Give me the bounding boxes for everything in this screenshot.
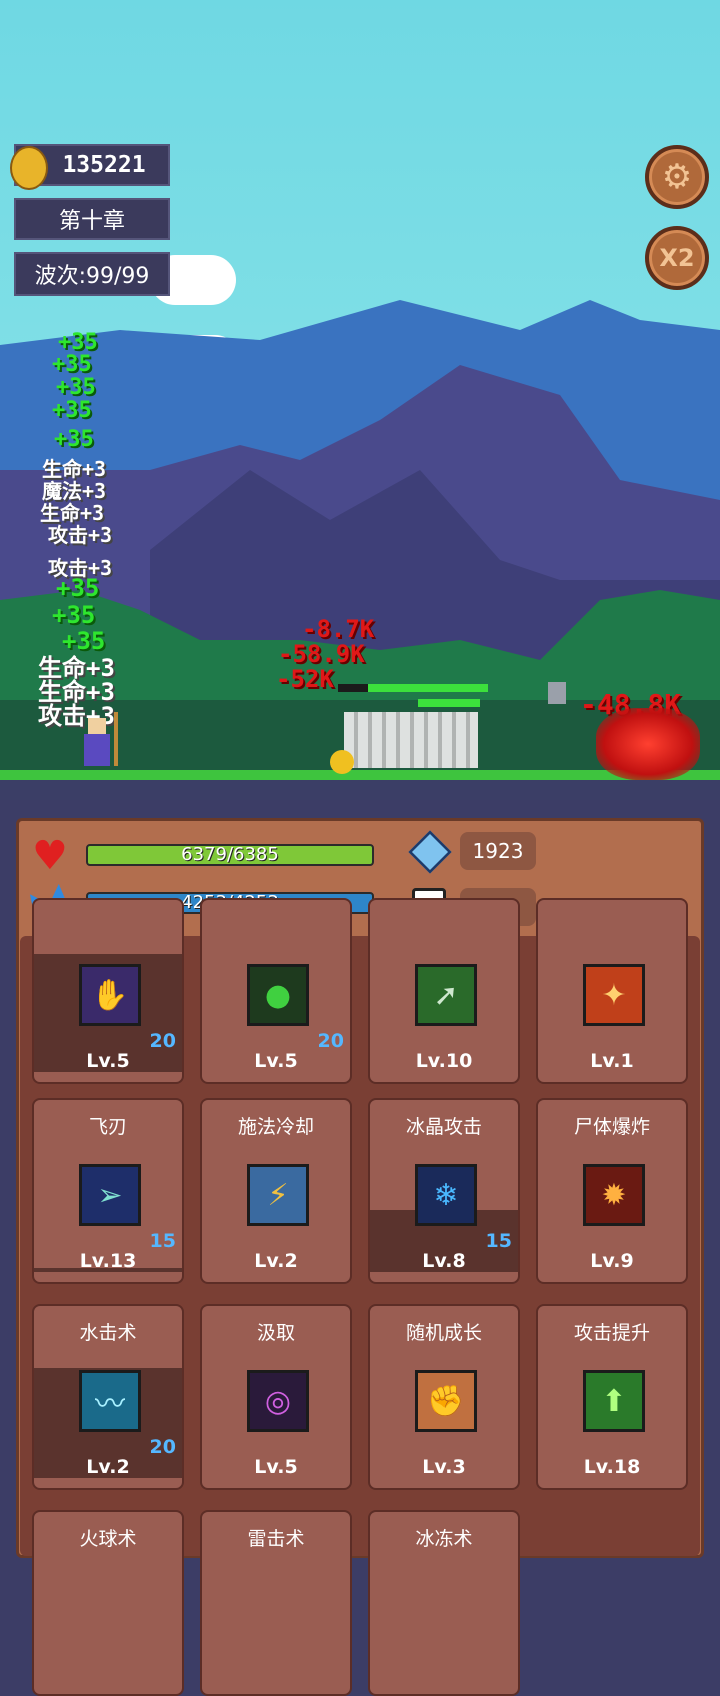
damage-popup: -8.7K — [302, 615, 375, 643]
gold-coin-drop — [330, 750, 354, 774]
drain-spiral-icon: ◎ — [247, 1370, 309, 1432]
purple-hand-icon: ✋ — [79, 964, 141, 1026]
wave-label: 波次:99/99 — [14, 252, 170, 296]
chapter-label: 第十章 — [14, 198, 170, 240]
enemy-health-bar — [418, 699, 480, 707]
settings-button[interactable]: ⚙ — [645, 145, 709, 209]
green-slime-icon: ● — [247, 964, 309, 1026]
skill-card[interactable]: 汲取 ◎ Lv.5 — [200, 1304, 352, 1490]
heal-popup: +35 — [52, 352, 92, 377]
water-wave-icon: 〰 — [79, 1370, 141, 1432]
lightning-icon: ⚡ — [247, 1164, 309, 1226]
gear-icon: ⚙ — [661, 157, 693, 197]
up-arrow-icon: ⬆ — [583, 1370, 645, 1432]
hp-bar: 6379/6385 — [86, 844, 374, 866]
green-arrow-icon: ➚ — [415, 964, 477, 1026]
fist-icon: ✊ — [415, 1370, 477, 1432]
axe-enemy — [548, 682, 566, 704]
flying-blade-icon: ➢ — [79, 1164, 141, 1226]
hp-value: 6379/6385 — [181, 844, 279, 865]
fire-rune-icon: ✦ — [583, 964, 645, 1026]
skill-card[interactable]: ✦ Lv.1 — [536, 898, 688, 1084]
skill-card[interactable]: 尸体爆炸 ✹ Lv.9 — [536, 1098, 688, 1284]
speed-x2-button[interactable]: X2 — [645, 226, 709, 290]
skill-card[interactable]: 飞刃 ➢ 15 Lv.13 — [32, 1098, 184, 1284]
fire-blast-effect — [596, 708, 700, 780]
skill-card[interactable]: ➚ Lv.10 — [368, 898, 520, 1084]
heal-popup: +35 — [54, 427, 94, 452]
attack-stat: 1923 — [460, 832, 536, 870]
skill-card[interactable]: 火球术 — [32, 1510, 184, 1696]
skill-card[interactable]: 冰冻术 — [368, 1510, 520, 1696]
enemy-health-bar — [338, 684, 488, 692]
damage-popup: -58.9K — [278, 640, 365, 668]
stat-popup: 攻击+3 — [48, 523, 113, 547]
gold-coin-icon — [10, 146, 48, 190]
skill-card[interactable]: 冰晶攻击 ❄ 15 Lv.8 — [368, 1098, 520, 1284]
ice-crystal-icon: ❄ — [415, 1164, 477, 1226]
damage-popup: -52K — [276, 665, 334, 693]
enemy-group — [344, 712, 478, 768]
skill-card[interactable]: ● 20 Lv.5 — [200, 898, 352, 1084]
skill-card[interactable]: 雷击术 — [200, 1510, 352, 1696]
player-hero — [80, 712, 118, 766]
skill-card[interactable]: 随机成长 ✊ Lv.3 — [368, 1304, 520, 1490]
explosion-icon: ✹ — [583, 1164, 645, 1226]
skill-card[interactable]: 施法冷却 ⚡ Lv.2 — [200, 1098, 352, 1284]
gold-counter: 135221 — [10, 144, 170, 190]
skill-card[interactable]: 水击术 〰 20 Lv.2 — [32, 1304, 184, 1490]
heal-popup: +35 — [56, 574, 100, 602]
heart-icon: ♥ — [32, 833, 68, 879]
game-scene: 135221 第十章 波次:99/99 ⚙ X2 +35 +35 +35 +35… — [0, 0, 720, 800]
skill-card[interactable]: 攻击提升 ⬆ Lv.18 — [536, 1304, 688, 1490]
heal-popup: +35 — [56, 375, 96, 400]
heal-popup: +35 — [52, 601, 96, 629]
skill-card[interactable]: ✋ 20 Lv.5 — [32, 898, 184, 1084]
heal-popup: +35 — [52, 398, 92, 423]
